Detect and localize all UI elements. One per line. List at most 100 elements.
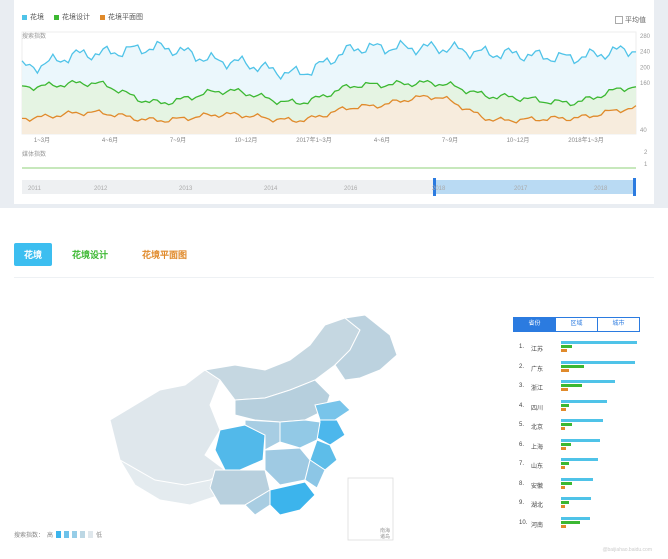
south-sea-label-2: 诸岛 xyxy=(380,533,390,540)
ranking-bar xyxy=(561,384,582,387)
tab-huajing[interactable]: 花境 xyxy=(14,243,53,266)
media-tick-label: 2 xyxy=(644,150,648,156)
x-tick-label: 2017年1~3月 xyxy=(296,136,332,144)
x-tick-label: 2018年1~3月 xyxy=(568,136,604,144)
rank-number: 2. xyxy=(519,363,525,370)
ranking-tabs: 省份 区域 城市 xyxy=(513,317,640,332)
province-name: 安徽 xyxy=(531,483,544,490)
rank-number: 5. xyxy=(519,422,525,428)
ranking-row[interactable]: 3. 浙江 xyxy=(513,377,640,397)
tab-region[interactable]: 区域 xyxy=(555,318,597,331)
region-panel: 花境 花境设计 花境平面图 南海 诸岛 搜索指数： 高 低 省份 区域 城市 1… xyxy=(0,210,668,559)
ranking-bar xyxy=(561,403,570,407)
ranking-bar xyxy=(561,380,615,383)
province-name: 北京 xyxy=(531,425,544,431)
ranking-bar xyxy=(561,485,565,489)
ranking-bar xyxy=(561,399,607,403)
ranking-bar xyxy=(561,368,569,372)
rank-number: 4. xyxy=(519,402,525,409)
ranking-row[interactable]: 5. 北京 xyxy=(513,416,640,436)
ranking-bar xyxy=(561,341,637,344)
y-tick-label: 200 xyxy=(640,65,651,71)
rank-number: 7. xyxy=(519,461,525,467)
province-name: 山东 xyxy=(531,464,544,470)
map-legend: 搜索指数： 高 低 xyxy=(14,531,103,539)
ranking-bar xyxy=(561,345,573,348)
trend-chart-card: 花境 花境设计 花境平面图 平均值 搜索指数 媒体指数 280 240 200 160… xyxy=(14,0,654,204)
province-name: 浙江 xyxy=(531,386,544,392)
trend-line-chart: 280 240 200 160 40 1~3月 4~6月 7~9月 10~12月 2017年1~3… xyxy=(21,31,651,196)
tabs-divider xyxy=(14,277,654,278)
ranking-row[interactable]: 10. 河南 xyxy=(513,514,640,534)
legend-block xyxy=(64,531,70,538)
ranking-bar xyxy=(561,516,590,520)
timeline-year-label: 2018 xyxy=(432,186,446,192)
legend-block xyxy=(88,531,94,538)
map-region-north[interactable] xyxy=(203,317,361,401)
ranking-bar xyxy=(561,442,571,446)
ranking-bar xyxy=(561,524,567,528)
province-name: 湖北 xyxy=(531,503,544,509)
tab-huajing-sheji[interactable]: 花境设计 xyxy=(62,243,118,266)
y-tick-label: 40 xyxy=(640,128,647,134)
ranking-bar xyxy=(561,423,572,426)
ranking-bar xyxy=(561,466,565,469)
china-map: 南海 诸岛 xyxy=(109,314,398,541)
y-tick-label: 240 xyxy=(640,50,651,56)
ranking-row[interactable]: 4. 四川 xyxy=(513,397,640,417)
rank-number: 1. xyxy=(519,344,525,350)
rank-number: 3. xyxy=(519,383,525,389)
ranking-bar xyxy=(561,477,593,481)
ranking-bar xyxy=(561,501,570,504)
ranking-bar xyxy=(561,438,600,442)
timeline-handle[interactable] xyxy=(633,178,636,196)
ranking-bar xyxy=(561,360,635,364)
ranking-panel: 省份 区域 城市 1. 江苏 2. 广东 3. 浙江 4. 四川 5. 北京 6. 上海 7. 山东 8. 安… xyxy=(513,317,640,533)
timeline-year-label: 2012 xyxy=(94,186,108,192)
ranking-row[interactable]: 8. 安徽 xyxy=(513,475,640,495)
ranking-row[interactable]: 9. 湖北 xyxy=(513,494,640,514)
rank-number: 8. xyxy=(519,480,525,487)
province-name: 河南 xyxy=(531,522,544,529)
timeline-year-label: 2018 xyxy=(594,186,608,192)
ranking-bar xyxy=(561,497,592,500)
ranking-bar xyxy=(561,407,566,411)
x-tick-label: 10~12月 xyxy=(507,137,530,144)
trend-panel: 花境 花境设计 花境平面图 平均值 搜索指数 媒体指数 280 240 200 160… xyxy=(0,0,668,208)
ranking-list: 1. 江苏 2. 广东 3. 浙江 4. 四川 5. 北京 6. 上海 7. 山东 8. 安徽 9. 湖北 10. 河… xyxy=(513,338,640,533)
ranking-row[interactable]: 7. 山东 xyxy=(513,455,640,475)
x-tick-label: 4~6月 xyxy=(374,137,390,144)
timeline-year-label: 2016 xyxy=(344,186,358,192)
map-region-anhui-henan[interactable] xyxy=(279,419,321,449)
timeline-year-label: 2014 xyxy=(264,186,278,192)
tab-province[interactable]: 省份 xyxy=(514,318,555,331)
ranking-bar xyxy=(561,446,566,450)
legend-block xyxy=(72,531,78,538)
south-sea-label: 南海 xyxy=(380,527,390,534)
ranking-row[interactable]: 2. 广东 xyxy=(513,358,640,378)
map-region-hunan-jiangxi[interactable] xyxy=(264,447,311,486)
x-tick-label: 10~12月 xyxy=(235,137,258,144)
ranking-bar xyxy=(561,419,603,422)
ranking-row[interactable]: 1. 江苏 xyxy=(513,338,640,358)
province-name: 上海 xyxy=(531,444,544,451)
tab-huajing-pingmiantu[interactable]: 花境平面图 xyxy=(132,243,197,266)
province-name: 广东 xyxy=(531,366,544,373)
ranking-bar xyxy=(561,505,565,508)
ranking-bar xyxy=(561,462,569,465)
media-tick-label: 1 xyxy=(644,162,648,168)
rank-number: 9. xyxy=(519,500,525,506)
province-name: 四川 xyxy=(531,405,544,412)
ranking-row[interactable]: 6. 上海 xyxy=(513,436,640,456)
y-tick-label: 160 xyxy=(640,81,651,87)
y-tick-label: 280 xyxy=(640,34,651,40)
x-tick-label: 4~6月 xyxy=(102,137,118,144)
ranking-bar xyxy=(561,364,584,368)
rank-number: 6. xyxy=(519,441,525,448)
tab-city[interactable]: 城市 xyxy=(597,318,639,331)
legend-block xyxy=(80,531,86,538)
map-region-guangdong[interactable] xyxy=(269,481,316,516)
x-tick-label: 7~9月 xyxy=(442,137,458,144)
timeline-year-label: 2011 xyxy=(28,186,42,192)
x-tick-label: 1~3月 xyxy=(34,137,50,144)
